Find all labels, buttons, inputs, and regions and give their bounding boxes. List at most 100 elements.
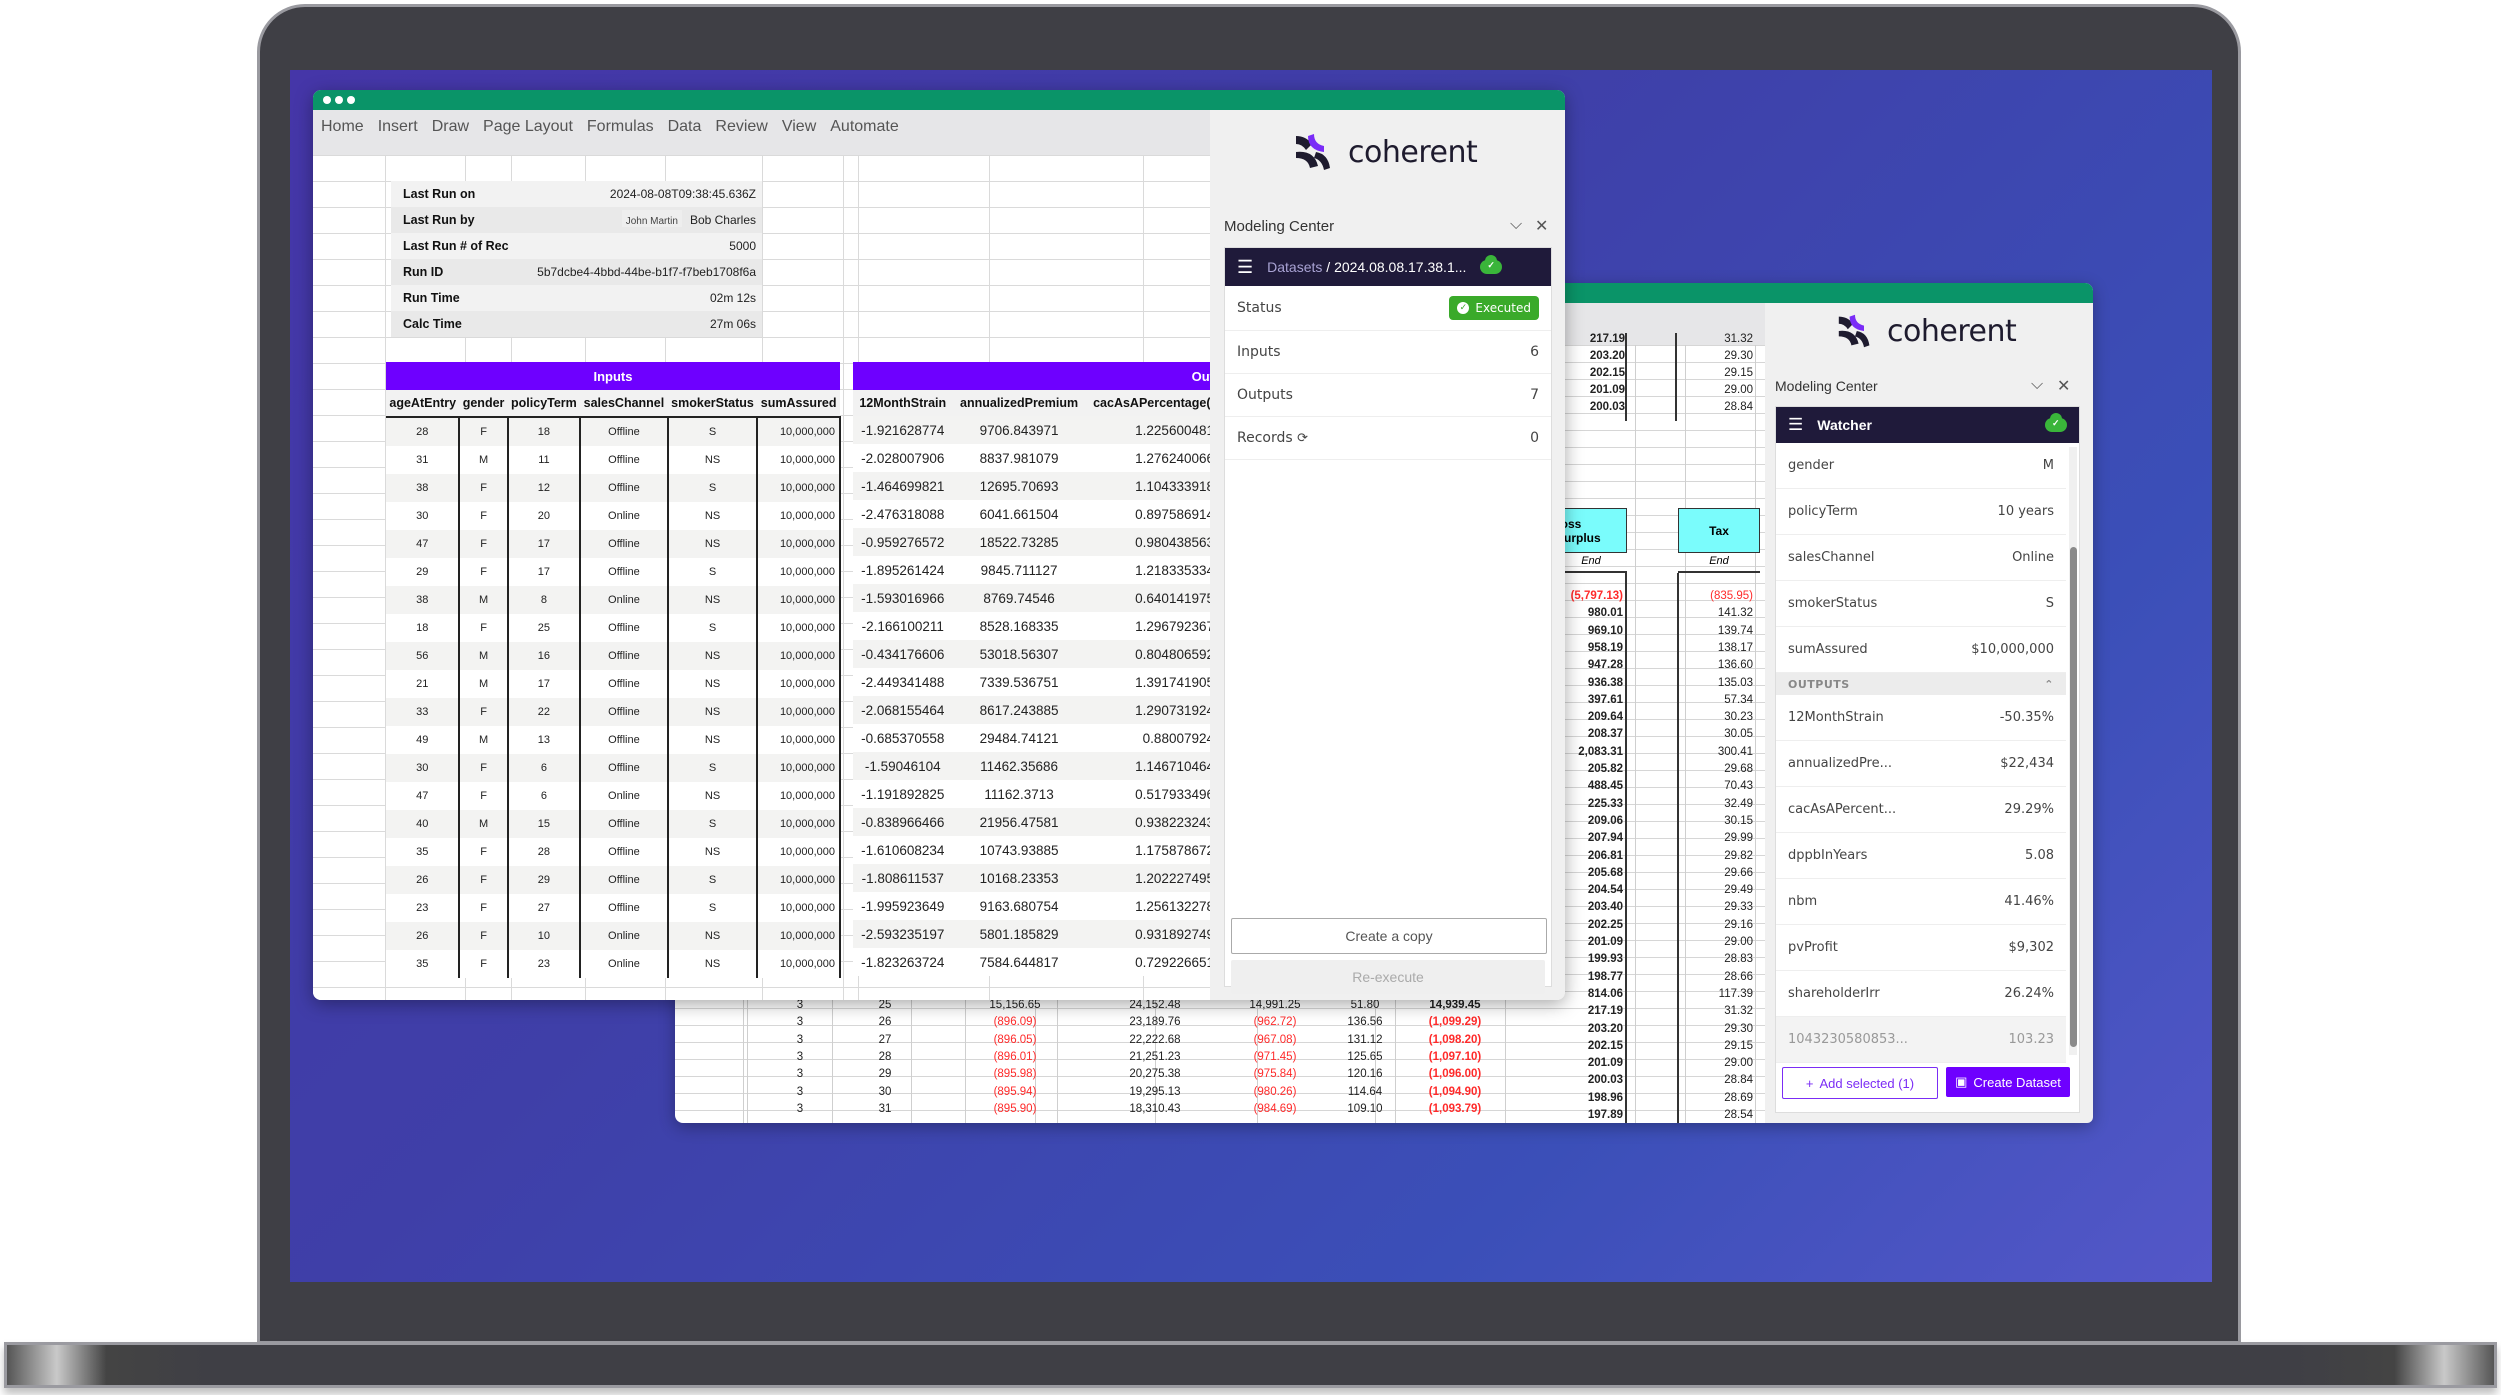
table-cell[interactable]: 18 [386,614,460,642]
table-cell[interactable]: 0.640141975 [1085,584,1218,612]
table-cell[interactable]: 0.804806592 [1085,640,1218,668]
gross-surplus-cell[interactable]: 207.94 [1555,832,1623,844]
table-cell[interactable]: (975.84) [1235,1068,1315,1080]
re-execute-button[interactable]: Re-execute [1231,960,1545,994]
table-cell[interactable]: 29 [865,1068,905,1080]
table-cell[interactable]: 25 [506,614,581,642]
table-cell[interactable]: 114.64 [1335,1086,1395,1098]
table-cell[interactable]: 20,275.38 [1115,1068,1195,1080]
table-cell[interactable]: 3 [785,999,815,1011]
table-cell[interactable]: 10,000,000 [756,950,841,978]
table-cell[interactable]: -1.464699821 [853,472,953,500]
table-cell[interactable]: NS [666,446,758,474]
table-cell[interactable]: Offline [579,474,668,502]
table-cell[interactable]: 1.225600481 [1085,416,1218,444]
gross-surplus-cell[interactable]: 947.28 [1555,659,1623,671]
table-cell[interactable]: 29484.74121 [952,724,1086,752]
table-cell[interactable]: 10,000,000 [756,558,841,586]
table-cell[interactable]: 0.88007924 [1085,724,1218,752]
menu-tab-insert[interactable]: Insert [378,118,418,136]
table-cell[interactable]: 30 [865,1086,905,1098]
watcher-output-row[interactable]: dppbInYears 5.08 [1776,833,2066,879]
tax-cell[interactable]: 29.16 [1690,919,1753,931]
create-copy-button[interactable]: Create a copy [1231,918,1547,954]
table-cell[interactable]: (895.94) [985,1086,1045,1098]
gross-surplus-cell[interactable]: 958.19 [1555,642,1623,654]
table-cell[interactable]: 6 [506,782,581,810]
tax-cell[interactable]: 29.15 [1690,1040,1753,1052]
tax-cell[interactable]: 28.69 [1690,1092,1753,1104]
tax-cell[interactable]: 29.82 [1690,850,1753,862]
table-cell[interactable]: 1.276240066 [1085,444,1218,472]
table-cell[interactable]: -2.166100211 [853,612,953,640]
gross-surplus-cell[interactable]: 208.37 [1555,728,1623,740]
table-cell[interactable]: 12695.70693 [952,472,1086,500]
table-cell[interactable]: 26 [386,922,460,950]
table-cell[interactable]: (984.69) [1235,1103,1315,1115]
table-cell[interactable]: NS [666,530,758,558]
table-cell[interactable]: 25 [865,999,905,1011]
close-icon[interactable]: ✕ [1535,216,1548,236]
close-icon[interactable]: ✕ [2057,376,2070,396]
table-cell[interactable]: Online [579,782,668,810]
refresh-icon[interactable]: ⟳ [1297,431,1308,446]
table-cell[interactable]: M [458,586,508,614]
watcher-output-row[interactable]: 1043230580853... 103.23 [1776,1017,2066,1063]
table-cell[interactable]: 31 [865,1103,905,1115]
menu-tab-page-layout[interactable]: Page Layout [483,118,573,136]
table-cell[interactable]: 1.296792367 [1085,612,1218,640]
table-cell[interactable]: Online [579,586,668,614]
table-cell[interactable]: 0.897586914 [1085,500,1218,528]
column-header[interactable]: cacAsAPercentage( [1085,390,1218,416]
table-cell[interactable]: (895.98) [985,1068,1045,1080]
table-cell[interactable]: 10,000,000 [756,894,841,922]
tax-cell[interactable]: 30.15 [1690,815,1753,827]
table-cell[interactable]: 10,000,000 [756,530,841,558]
table-cell[interactable]: 10,000,000 [756,866,841,894]
table-cell[interactable]: (962.72) [1235,1016,1315,1028]
gross-surplus-cell[interactable]: 225.33 [1555,798,1623,810]
table-cell[interactable]: -0.434176606 [853,640,953,668]
table-cell[interactable]: 10743.93885 [952,836,1086,864]
table-cell[interactable]: NS [666,782,758,810]
table-cell[interactable]: F [458,474,508,502]
gross-surplus-cell[interactable]: 197.89 [1555,1109,1623,1121]
table-cell[interactable]: NS [666,726,758,754]
table-cell[interactable]: 9845.711127 [952,556,1086,584]
table-cell[interactable]: S [666,474,758,502]
table-cell[interactable]: F [458,754,508,782]
table-cell[interactable]: 12 [506,474,581,502]
table-cell[interactable]: (896.01) [985,1051,1045,1063]
table-cell[interactable]: NS [666,698,758,726]
tax-cell[interactable]: 28.54 [1690,1109,1753,1121]
table-cell[interactable]: 17 [506,530,581,558]
table-cell[interactable]: -1.823263724 [853,948,953,976]
table-cell[interactable]: 1.175878672 [1085,836,1218,864]
table-cell[interactable]: 30 [386,502,460,530]
table-cell[interactable]: (1,096.00) [1415,1068,1495,1080]
tax-cell[interactable]: 30.05 [1690,728,1753,740]
table-cell[interactable]: 0.980438563 [1085,528,1218,556]
table-cell[interactable]: NS [666,586,758,614]
table-cell[interactable]: 120.16 [1335,1068,1395,1080]
tax-cell[interactable]: 139.74 [1690,625,1753,637]
gross-surplus-cell[interactable]: 205.68 [1555,867,1623,879]
table-cell[interactable]: S [666,558,758,586]
watcher-output-row[interactable]: 12MonthStrain -50.35% [1776,695,2066,741]
table-cell[interactable]: 23 [386,894,460,922]
table-cell[interactable]: 27 [865,1034,905,1046]
table-cell[interactable]: 26 [865,1016,905,1028]
table-cell[interactable]: 56 [386,642,460,670]
table-cell[interactable]: 1.290731924 [1085,696,1218,724]
gross-surplus-cell[interactable]: 969.10 [1555,625,1623,637]
table-cell[interactable]: F [458,530,508,558]
tax-cell[interactable]: 117.39 [1690,988,1753,1000]
table-cell[interactable]: 22 [506,698,581,726]
table-cell[interactable]: 109.10 [1335,1103,1395,1115]
table-cell[interactable]: 1.256132278 [1085,892,1218,920]
table-cell[interactable]: (1,093.79) [1415,1103,1495,1115]
table-cell[interactable]: S [666,417,758,446]
outputs-section-header[interactable]: OUTPUTS ⌃ [1776,673,2066,695]
watcher-input-row[interactable]: salesChannel Online [1776,535,2066,581]
table-cell[interactable]: 29 [506,866,581,894]
